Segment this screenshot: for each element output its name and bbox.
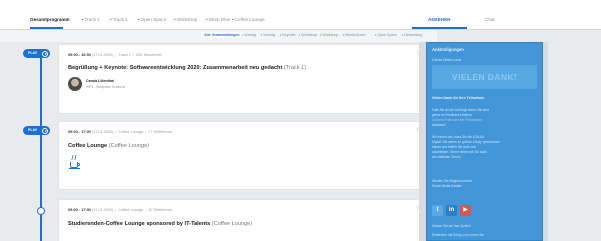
announcement-line: Social Media Kanäle:: [432, 184, 462, 188]
announcement-line: Entdecken mit Erfolg und Lernen Sie: [432, 233, 484, 237]
tab-gesamtprogramm[interactable]: Gesamtprogramm: [30, 17, 70, 22]
dot-icon: •: [174, 17, 176, 22]
play-icon: [42, 50, 48, 57]
filter-vortrag[interactable]: •Vortrag: [242, 33, 256, 37]
session-meta: 09:00 - 17:00 (17.01.2020) | Coffee Lounge…: [68, 130, 173, 134]
announcement-line: haben und hoffen Sie auch auf: [432, 145, 476, 149]
announcement-line: Klicken Sie auf das Symbol: [432, 224, 471, 228]
announcement-line: Wir freuen uns, dass Sie die ICALDA: [432, 135, 485, 139]
coffee-cup-icon: [69, 155, 82, 170]
play-button[interactable]: PLAY: [23, 49, 50, 58]
twitter-icon[interactable]: t: [432, 205, 443, 216]
speaker-name[interactable]: Carola Lilienthal: [86, 79, 114, 83]
announcement-link[interactable]: in Ihrem Profil oder bei Teilnehmern: [432, 118, 482, 122]
announcement-line: am nächsten Termin.: [432, 155, 462, 159]
dot-icon: •: [206, 17, 208, 22]
session-title[interactable]: Studierenden-Coffee Lounge sponsored by …: [68, 221, 252, 227]
announcement-line: Digital, Sie waren so großen Erfolg, gem…: [432, 140, 500, 144]
tab-workshop[interactable]: •Workshop: [174, 17, 197, 22]
dot-icon: •: [110, 17, 112, 22]
session-title[interactable]: Begrüßung + Keynote: Softwareentwicklung…: [68, 65, 306, 71]
tab-ansehen[interactable]: ANSEHEN: [428, 17, 450, 22]
tab-coffee-lounge[interactable]: •Coffee Lounge: [232, 17, 265, 22]
announcement-line: Falls Sie an der Umfrage lesen, Sie sind: [432, 108, 489, 112]
filter-bar: Alle Veranstaltungen •Vortrag •Vortrag •…: [0, 30, 437, 42]
timeline-dot: [37, 207, 45, 215]
announcement-line: gerne im Feedback erheben: [432, 113, 472, 117]
announcements-heading: Ankündigungen: [432, 47, 464, 52]
play-icon: [42, 127, 48, 134]
dot-icon: •: [82, 17, 84, 22]
tab-track-1[interactable]: •Track 1: [82, 17, 100, 22]
filter-workshop-2[interactable]: •Workshop: [320, 33, 338, 37]
dot-icon: •: [232, 17, 234, 22]
top-navigation: Gesamtprogramm •Track 1 •Track 1 •Open S…: [0, 0, 601, 30]
announcement-line: zukünftigen. Gerne sehen wir Sie auch: [432, 150, 487, 154]
filter-keynote[interactable]: •Keynote: [280, 33, 295, 37]
tab-deep-dive[interactable]: •Deep Dive: [206, 17, 230, 22]
announcements-panel: Ankündigungen Carola Zürich Lavis VIELEN…: [426, 42, 543, 241]
tab-chat[interactable]: Chat: [485, 17, 495, 22]
filter-meeta[interactable]: •Meeta Austin: [343, 33, 366, 37]
filter-vortrag-2[interactable]: •Vortrag: [261, 33, 275, 37]
tab-track-1b[interactable]: •Track 1: [110, 17, 128, 22]
announcement-line: einfinden!: [432, 123, 446, 127]
avatar: [68, 77, 82, 91]
active-tab-indicator: [30, 27, 63, 29]
play-button[interactable]: PLAY: [23, 126, 50, 135]
session-title[interactable]: Coffee Lounge (Coffee Lounge): [68, 143, 149, 149]
filter-workshop[interactable]: •Workshop: [299, 33, 317, 37]
filter-open-space[interactable]: •Open Space: [375, 33, 397, 37]
announcement-line: Werden Sie Mitglied unserer: [432, 179, 473, 183]
speaker-org: WPS - Workplace Solutions: [86, 85, 126, 89]
thank-you-banner: VIELEN DANK!: [432, 65, 537, 89]
tab-open-space[interactable]: •Open Space: [138, 17, 166, 22]
filter-networking[interactable]: •Networking: [402, 33, 422, 37]
announcements-author: Carola Zürich Lavis: [432, 58, 462, 62]
session-meta: 09:00 - 10:00 (17.01.2020) | Track 1 | 290 T…: [68, 53, 162, 57]
youtube-icon[interactable]: ▶: [460, 205, 471, 216]
announcement-title: Vielen Dank für Ihre Teilnahme: [432, 96, 485, 100]
filter-all-events[interactable]: Alle Veranstaltungen: [201, 32, 243, 38]
active-right-tab-indicator: [412, 27, 467, 29]
linkedin-icon[interactable]: in: [446, 205, 457, 216]
session-meta: 09:00 - 17:00 (17.01.2020) | Coffee Lounge…: [68, 208, 173, 212]
session-card[interactable]: 09:00 - 17:00 (17.01.2020) | Coffee Lounge…: [58, 199, 437, 241]
dot-icon: •: [138, 17, 140, 22]
session-card[interactable]: 09:00 - 17:00 (17.01.2020) | Coffee Lounge…: [58, 121, 437, 190]
session-card[interactable]: 09:00 - 10:00 (17.01.2020) | Track 1 | 290 T…: [58, 44, 437, 114]
